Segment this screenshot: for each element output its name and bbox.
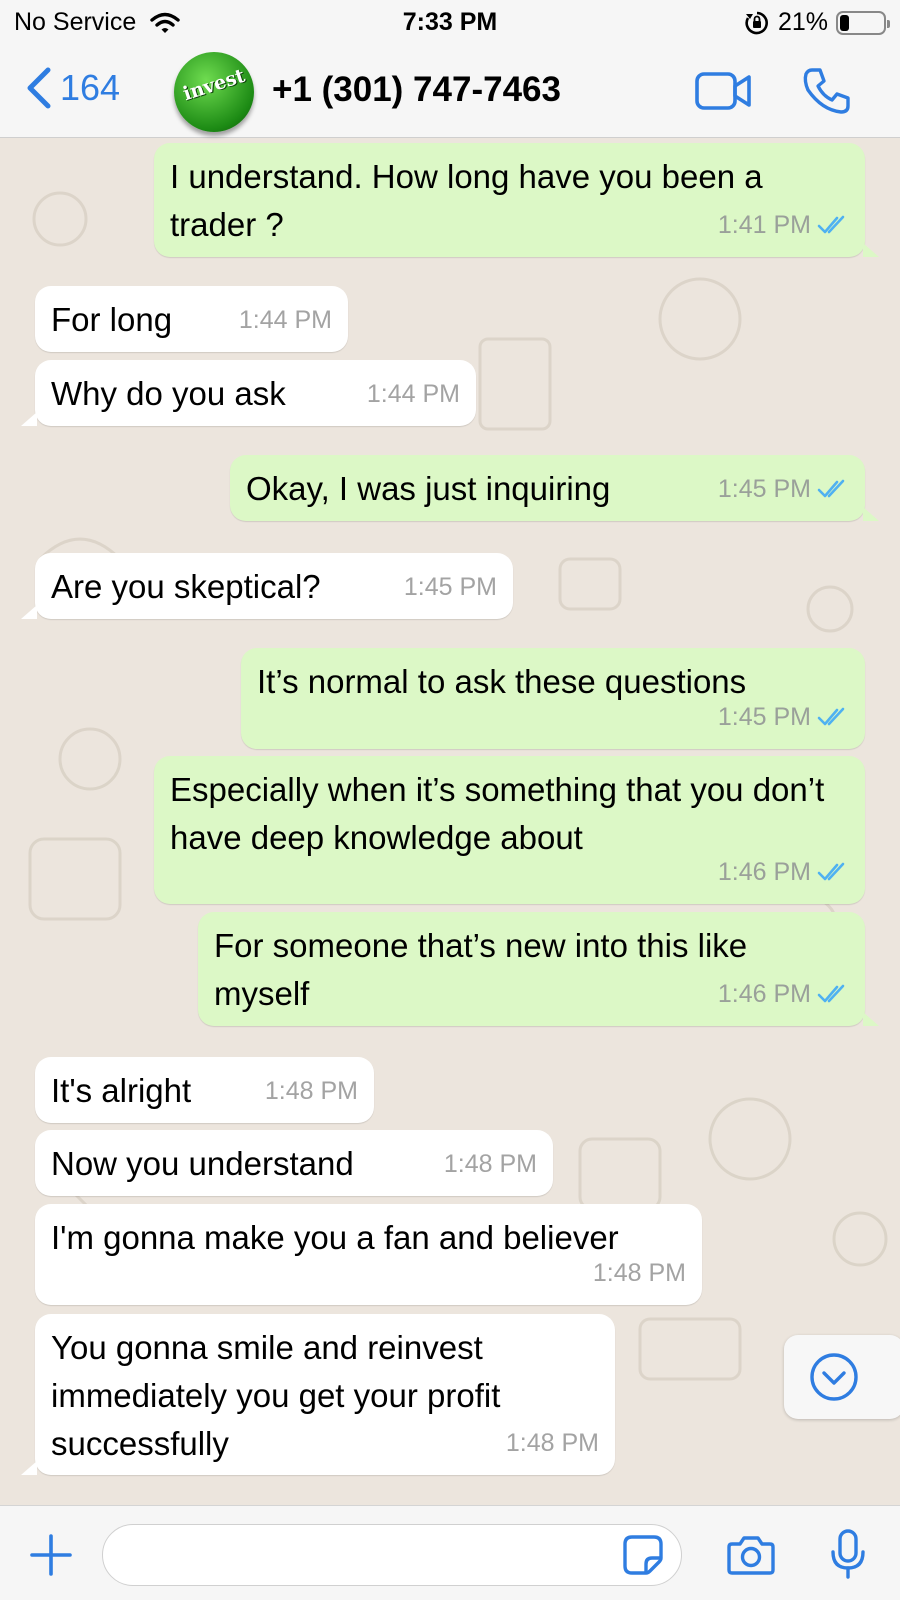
message-incoming[interactable]: You gonna smile and reinvest immediately… [21, 1314, 615, 1475]
message-time: 1:48 PM [592, 1259, 686, 1287]
contact-name[interactable]: +1 (301) 747-7463 [272, 70, 561, 110]
voice-message-button[interactable] [828, 1528, 868, 1585]
message-incoming[interactable]: It's alright 1:48 PM [35, 1057, 374, 1123]
chat-area[interactable]: I understand. How long have you been a t… [0, 139, 900, 1505]
message-text: It's alright [51, 1072, 192, 1109]
message-input-bar [0, 1505, 900, 1600]
message-text: Okay, I was just inquiring [246, 470, 611, 507]
message-time: 1:44 PM [366, 380, 460, 408]
message-outgoing[interactable]: Okay, I was just inquiring 1:45 PM [230, 455, 879, 521]
camera-icon [727, 1536, 775, 1575]
message-incoming[interactable]: Now you understand 1:48 PM [35, 1130, 553, 1196]
message-meta: 1:44 PM [367, 370, 460, 418]
message-time: 1:46 PM [717, 858, 811, 886]
message-incoming[interactable]: I'm gonna make you a fan and believer 1:… [35, 1204, 702, 1305]
message-meta: 1:46 PM [718, 970, 849, 1018]
chevron-down-circle-icon [810, 1353, 858, 1401]
message-textbox[interactable] [102, 1524, 682, 1586]
message-meta: 1:48 PM [593, 1249, 686, 1297]
message-text: Are you skeptical? [51, 568, 321, 605]
message-time: 1:48 PM [443, 1150, 537, 1178]
message-meta: 1:45 PM [404, 563, 497, 611]
message-meta: 1:41 PM [718, 201, 849, 249]
voice-call-button[interactable] [802, 66, 852, 121]
read-receipt-icon [817, 707, 845, 726]
battery-percent: 21% [777, 8, 828, 36]
message-meta: 1:44 PM [239, 296, 332, 344]
message-text: For long [51, 301, 173, 338]
message-text: For someone that’s new into this like my… [214, 927, 748, 1012]
contact-avatar[interactable]: invest [174, 52, 254, 132]
message-time: 1:46 PM [717, 980, 811, 1008]
message-meta: 1:45 PM [718, 693, 849, 741]
battery-status: 21% [744, 8, 890, 37]
bubble-tail [21, 1461, 37, 1475]
message-meta: 1:48 PM [265, 1067, 358, 1115]
read-receipt-icon [817, 862, 845, 881]
orientation-lock-icon [745, 11, 768, 34]
message-text: It’s normal to ask these questions [257, 663, 747, 700]
message-text: You gonna smile and reinvest immediately… [51, 1329, 501, 1462]
message-text: Why do you ask [51, 375, 286, 412]
read-receipt-icon [817, 215, 845, 234]
message-meta: 1:48 PM [444, 1140, 537, 1188]
avatar-logo-text: invest [180, 64, 248, 106]
video-call-button[interactable] [694, 70, 752, 117]
message-outgoing[interactable]: Especially when it’s something that you … [154, 756, 865, 904]
sticker-icon [623, 1535, 663, 1575]
battery-icon [836, 10, 890, 35]
message-outgoing[interactable]: I understand. How long have you been a t… [154, 143, 879, 257]
message-input[interactable] [123, 1535, 603, 1575]
message-time: 1:48 PM [264, 1077, 358, 1105]
message-time: 1:45 PM [717, 703, 811, 731]
status-bar: No Service 7:33 PM 21% [0, 0, 900, 46]
message-time: 1:45 PM [403, 573, 497, 601]
message-text: Especially when it’s something that you … [170, 771, 825, 856]
read-receipt-icon [817, 479, 845, 498]
message-text: I understand. How long have you been a t… [170, 158, 763, 243]
message-meta: 1:45 PM [718, 465, 849, 513]
message-incoming[interactable]: Why do you ask 1:44 PM [21, 360, 476, 426]
message-outgoing[interactable]: For someone that’s new into this like my… [198, 912, 879, 1026]
message-time: 1:41 PM [717, 211, 811, 239]
message-meta: 1:46 PM [718, 848, 849, 896]
back-button[interactable]: 164 [26, 66, 120, 110]
bubble-tail [21, 412, 37, 426]
bubble-tail [21, 605, 37, 619]
sticker-button[interactable] [622, 1534, 664, 1581]
message-incoming[interactable]: For long 1:44 PM [35, 286, 348, 352]
read-receipt-icon [817, 984, 845, 1003]
message-text: Now you understand [51, 1145, 354, 1182]
message-text: I'm gonna make you a fan and believer [51, 1219, 619, 1256]
message-time: 1:44 PM [238, 306, 332, 334]
bubble-tail [863, 243, 879, 257]
phone-icon [803, 68, 850, 114]
bubble-tail [863, 1012, 879, 1026]
battery-level [840, 14, 849, 31]
chevron-left-icon [27, 67, 51, 109]
attach-button[interactable] [28, 1532, 74, 1583]
unread-count: 164 [60, 67, 121, 108]
camera-button[interactable] [726, 1534, 776, 1581]
message-time: 1:48 PM [505, 1429, 599, 1457]
chat-header: 164 invest +1 (301) 747-7463 [0, 46, 900, 138]
bubble-tail [863, 507, 879, 521]
plus-icon [30, 1534, 72, 1576]
message-outgoing[interactable]: It’s normal to ask these questions 1:45 … [241, 648, 865, 749]
message-meta: 1:48 PM [506, 1419, 599, 1467]
message-incoming[interactable]: Are you skeptical? 1:45 PM [21, 553, 513, 619]
scroll-to-bottom-button[interactable] [784, 1335, 900, 1419]
video-call-icon [695, 72, 751, 110]
microphone-icon [831, 1529, 865, 1579]
message-time: 1:45 PM [717, 475, 811, 503]
